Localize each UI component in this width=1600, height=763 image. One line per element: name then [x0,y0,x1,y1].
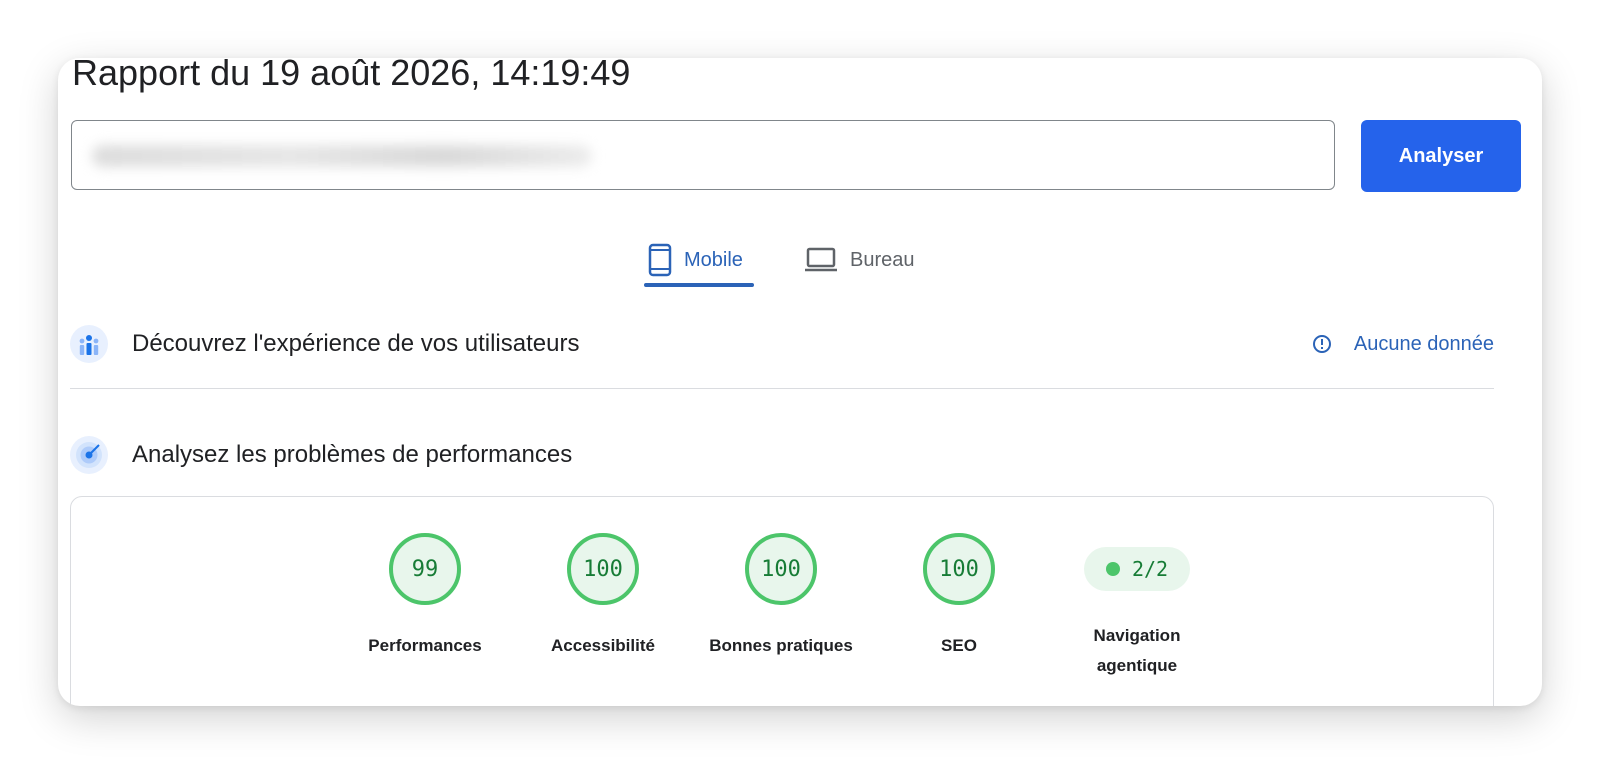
users-section-title: Découvrez l'expérience de vos utilisateu… [132,330,580,357]
users-section-header[interactable]: Découvrez l'expérience de vos utilisateu… [70,324,1494,364]
agentic-badge: 2/2 [1084,547,1190,591]
tab-mobile-label: Mobile [684,248,743,271]
score-best-practices[interactable]: 100 Bonnes pratiques [691,533,871,661]
score-label: Performances [368,636,482,655]
phone-icon [648,243,672,277]
score-gauge: 100 [567,533,639,605]
info-icon [1312,334,1332,354]
score-performances[interactable]: 99 Performances [335,533,515,661]
score-gauge: 100 [923,533,995,605]
score-seo[interactable]: 100 SEO [869,533,1049,661]
score-agentic-navigation[interactable]: 2/2 Navigation agentique [1047,533,1227,681]
active-tab-indicator [644,283,754,287]
score-gauge: 100 [745,533,817,605]
analyze-button[interactable]: Analyser [1361,120,1521,192]
no-data-status[interactable]: Aucune donnée [1312,324,1494,364]
score-accessibility[interactable]: 100 Accessibilité [513,533,693,661]
agentic-value: 2/2 [1131,557,1169,581]
scores-panel: 99 Performances 100 Accessibilité 100 Bo… [70,496,1494,706]
tab-desktop-label: Bureau [850,248,915,271]
score-label: Bonnes pratiques [709,636,853,655]
score-gauge: 99 [389,533,461,605]
perf-section-title: Analysez les problèmes de performances [132,441,573,468]
report-card: Rapport du 19 août 2026, 14:19:49 Analys… [58,58,1542,706]
perf-section-header: Analysez les problèmes de performances [70,435,1494,475]
score-label: SEO [941,636,977,655]
radar-icon [70,436,108,474]
users-chart-icon [70,325,108,363]
page-title: Rapport du 19 août 2026, 14:19:49 [72,58,631,93]
section-divider [70,388,1494,389]
tab-mobile[interactable]: Mobile [648,230,743,290]
url-input[interactable] [71,120,1335,190]
pass-dot-icon [1105,562,1120,576]
no-data-label: Aucune donnée [1353,332,1494,355]
score-label: Accessibilité [551,636,655,655]
score-label: Navigation agentique [1093,626,1181,675]
laptop-icon [804,247,838,273]
tab-desktop[interactable]: Bureau [804,230,915,290]
blurred-url-text [92,145,592,167]
